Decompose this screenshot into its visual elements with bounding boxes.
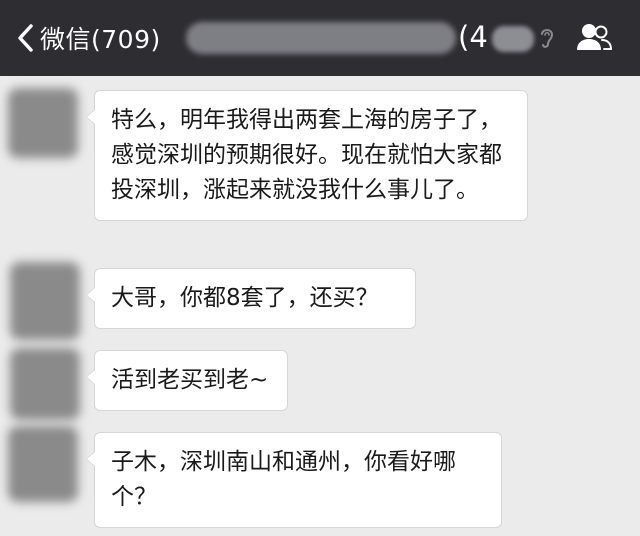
message-text: 活到老买到老~ [111,367,269,393]
chevron-left-icon [18,24,33,52]
group-members-icon[interactable] [575,22,613,52]
avatar[interactable] [8,426,78,502]
message-bubble[interactable]: 特么，明年我得出两套上海的房子了，感觉深圳的预期很好。现在就怕大家都投深圳，涨起… [86,90,528,221]
avatar[interactable] [10,348,80,420]
message-text: 子木，深圳南山和通州，你看好哪个？ [111,449,456,510]
chat-title: (4 [186,16,566,60]
message-text: 特么，明年我得出两套上海的房子了，感觉深圳的预期很好。现在就怕大家都投深圳，涨起… [111,107,502,203]
message-bubble[interactable]: 子木，深圳南山和通州，你看好哪个？ [86,432,502,528]
back-label: 微信(709) [40,25,161,54]
ear-off-icon [541,29,554,48]
message-bubble[interactable]: 活到老买到老~ [86,350,288,411]
member-count: (4 [458,20,488,54]
avatar[interactable] [10,262,80,340]
redacted-group-name [186,22,456,54]
message-text: 大哥，你都8套了，还买？ [111,285,379,311]
chat-header: 微信(709) (4 [0,0,640,76]
avatar[interactable] [8,88,78,158]
message-bubble[interactable]: 大哥，你都8套了，还买？ [86,268,416,329]
redacted-member-count [492,26,534,52]
back-button[interactable]: 微信(709) [16,20,161,56]
